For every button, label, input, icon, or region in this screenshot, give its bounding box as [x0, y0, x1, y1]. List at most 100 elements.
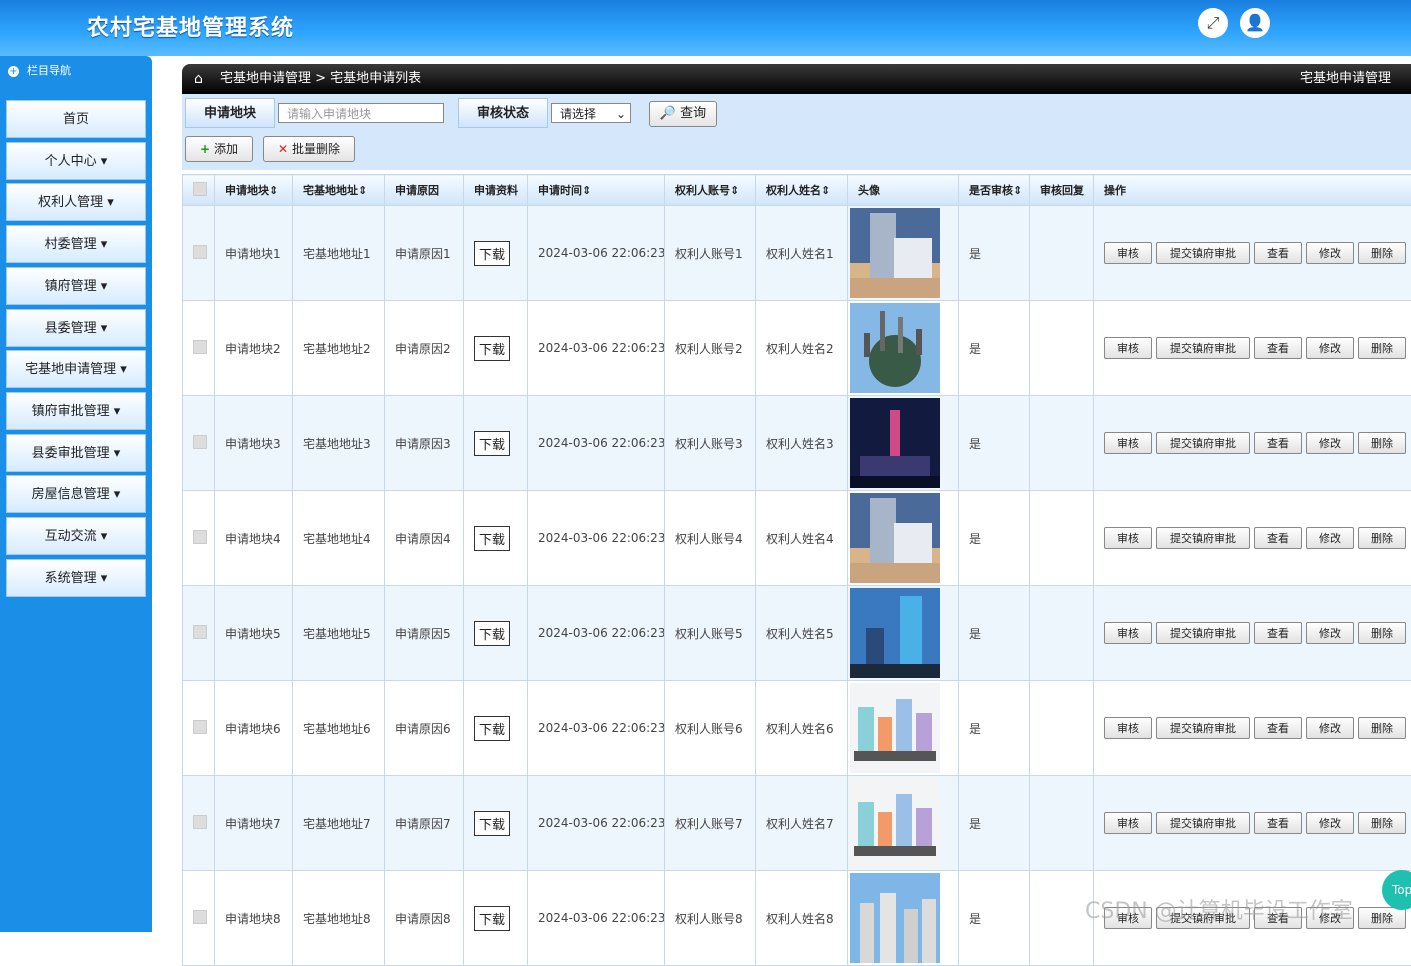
row-checkbox-cell[interactable]: [183, 396, 215, 491]
fullscreen-icon[interactable]: ⤢: [1198, 8, 1228, 38]
view-button[interactable]: 查看: [1254, 242, 1302, 264]
column-header[interactable]: 申请原因: [385, 175, 464, 206]
view-button[interactable]: 查看: [1254, 337, 1302, 359]
view-button[interactable]: 查看: [1254, 527, 1302, 549]
review-button[interactable]: 审核: [1104, 717, 1152, 739]
download-button[interactable]: 下载: [474, 906, 510, 931]
download-button[interactable]: 下载: [474, 336, 510, 361]
download-button[interactable]: 下载: [474, 431, 510, 456]
avatar[interactable]: [850, 208, 958, 298]
avatar[interactable]: [850, 493, 958, 583]
submit-town-approval-button[interactable]: 提交镇府审批: [1156, 432, 1250, 454]
edit-button[interactable]: 修改: [1306, 242, 1354, 264]
delete-button[interactable]: 删除: [1358, 527, 1406, 549]
download-button[interactable]: 下载: [474, 811, 510, 836]
submit-town-approval-button[interactable]: 提交镇府审批: [1156, 622, 1250, 644]
row-checkbox[interactable]: [193, 340, 207, 354]
edit-button[interactable]: 修改: [1306, 622, 1354, 644]
view-button[interactable]: 查看: [1254, 812, 1302, 834]
view-button[interactable]: 查看: [1254, 432, 1302, 454]
row-checkbox-cell[interactable]: [183, 491, 215, 586]
sidebar-item-0[interactable]: 首页: [6, 100, 146, 138]
review-button[interactable]: 审核: [1104, 527, 1152, 549]
download-button[interactable]: 下载: [474, 621, 510, 646]
add-button[interactable]: + 添加: [185, 136, 253, 162]
sidebar-item-8[interactable]: 县委审批管理 ▾: [6, 434, 146, 472]
sidebar-item-6[interactable]: 宅基地申请管理 ▾: [6, 350, 146, 388]
user-icon[interactable]: 👤: [1240, 8, 1270, 38]
avatar[interactable]: [850, 778, 958, 868]
edit-button[interactable]: 修改: [1306, 337, 1354, 359]
edit-button[interactable]: 修改: [1306, 432, 1354, 454]
avatar[interactable]: [850, 398, 958, 488]
row-checkbox[interactable]: [193, 720, 207, 734]
sidebar-item-3[interactable]: 村委管理 ▾: [6, 225, 146, 263]
row-checkbox[interactable]: [193, 910, 207, 924]
review-button[interactable]: 审核: [1104, 337, 1152, 359]
column-header[interactable]: 操作: [1094, 175, 1411, 206]
home-icon[interactable]: ⌂: [194, 64, 203, 94]
row-checkbox-cell[interactable]: [183, 776, 215, 871]
review-button[interactable]: 审核: [1104, 242, 1152, 264]
column-header[interactable]: 是否审核⇕: [959, 175, 1030, 206]
row-checkbox-cell[interactable]: [183, 871, 215, 966]
review-button[interactable]: 审核: [1104, 432, 1152, 454]
avatar[interactable]: [850, 588, 958, 678]
edit-button[interactable]: 修改: [1306, 717, 1354, 739]
sidebar-item-4[interactable]: 镇府管理 ▾: [6, 267, 146, 305]
submit-town-approval-button[interactable]: 提交镇府审批: [1156, 242, 1250, 264]
submit-town-approval-button[interactable]: 提交镇府审批: [1156, 337, 1250, 359]
plot-search-input[interactable]: 请输入申请地块: [278, 103, 444, 123]
avatar[interactable]: [850, 303, 958, 393]
sidebar-item-7[interactable]: 镇府审批管理 ▾: [6, 392, 146, 430]
delete-button[interactable]: 删除: [1358, 242, 1406, 264]
delete-button[interactable]: 删除: [1358, 717, 1406, 739]
select-all-checkbox-header[interactable]: [183, 175, 215, 206]
column-header[interactable]: 宅基地地址⇕: [293, 175, 385, 206]
column-header[interactable]: 申请时间⇕: [528, 175, 665, 206]
status-select[interactable]: 请选择⌄: [551, 103, 631, 123]
row-checkbox[interactable]: [193, 530, 207, 544]
edit-button[interactable]: 修改: [1306, 812, 1354, 834]
edit-button[interactable]: 修改: [1306, 527, 1354, 549]
sidebar-item-5[interactable]: 县委管理 ▾: [6, 309, 146, 347]
row-checkbox[interactable]: [193, 625, 207, 639]
review-button[interactable]: 审核: [1104, 622, 1152, 644]
review-button[interactable]: 审核: [1104, 812, 1152, 834]
column-header[interactable]: 审核回复: [1030, 175, 1094, 206]
row-checkbox[interactable]: [193, 245, 207, 259]
row-checkbox-cell[interactable]: [183, 206, 215, 301]
download-button[interactable]: 下载: [474, 526, 510, 551]
delete-button[interactable]: 删除: [1358, 812, 1406, 834]
row-checkbox[interactable]: [193, 815, 207, 829]
batch-delete-button[interactable]: ✕ 批量删除: [263, 136, 355, 162]
row-checkbox-cell[interactable]: [183, 301, 215, 396]
column-header[interactable]: 权利人姓名⇕: [756, 175, 848, 206]
submit-town-approval-button[interactable]: 提交镇府审批: [1156, 717, 1250, 739]
sidebar-item-1[interactable]: 个人中心 ▾: [6, 142, 146, 180]
sidebar-item-11[interactable]: 系统管理 ▾: [6, 559, 146, 597]
delete-button[interactable]: 删除: [1358, 337, 1406, 359]
row-checkbox[interactable]: [193, 435, 207, 449]
submit-town-approval-button[interactable]: 提交镇府审批: [1156, 527, 1250, 549]
select-all-checkbox[interactable]: [193, 182, 207, 196]
column-header[interactable]: 权利人账号⇕: [665, 175, 756, 206]
view-button[interactable]: 查看: [1254, 717, 1302, 739]
avatar[interactable]: [850, 683, 958, 773]
column-header[interactable]: 申请资料: [464, 175, 528, 206]
delete-button[interactable]: 删除: [1358, 907, 1406, 929]
row-checkbox-cell[interactable]: [183, 681, 215, 776]
column-header[interactable]: 申请地块⇕: [215, 175, 293, 206]
query-button[interactable]: 🔎 查询: [649, 101, 717, 127]
view-button[interactable]: 查看: [1254, 622, 1302, 644]
avatar[interactable]: [850, 873, 958, 963]
delete-button[interactable]: 删除: [1358, 622, 1406, 644]
sidebar-item-9[interactable]: 房屋信息管理 ▾: [6, 475, 146, 513]
sidebar-item-10[interactable]: 互动交流 ▾: [6, 517, 146, 555]
row-checkbox-cell[interactable]: [183, 586, 215, 681]
submit-town-approval-button[interactable]: 提交镇府审批: [1156, 812, 1250, 834]
download-button[interactable]: 下载: [474, 241, 510, 266]
delete-button[interactable]: 删除: [1358, 432, 1406, 454]
column-header[interactable]: 头像: [848, 175, 959, 206]
download-button[interactable]: 下载: [474, 716, 510, 741]
